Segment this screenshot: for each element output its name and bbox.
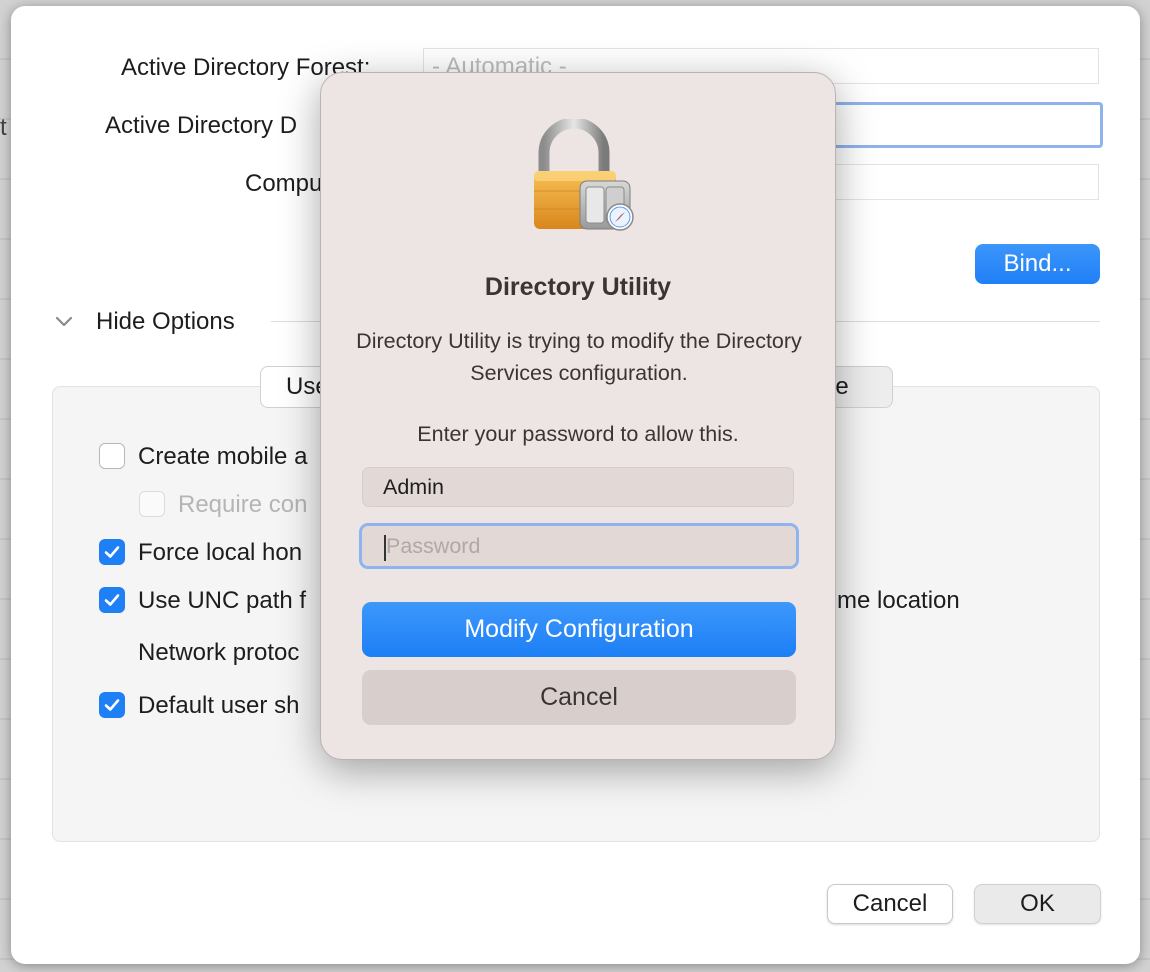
hide-options-toggle[interactable]: Hide Options (96, 308, 235, 336)
use-unc-path-label-tail: me location (837, 587, 960, 614)
auth-dialog: Directory Utility Directory Utility is t… (320, 72, 836, 760)
computer-label: Compu (245, 170, 323, 197)
lock-icon (530, 117, 640, 239)
default-shell-checkbox[interactable] (99, 692, 125, 718)
create-mobile-checkbox[interactable] (99, 443, 125, 469)
checkmark-icon (104, 594, 120, 606)
default-shell-label: Default user sh (138, 692, 300, 719)
dialog-prompt: Enter your password to allow this. (417, 422, 739, 446)
use-unc-path-checkbox[interactable] (99, 587, 125, 613)
domain-label: Active Directory D (105, 112, 298, 139)
ok-button[interactable]: OK (974, 884, 1101, 924)
create-mobile-label: Create mobile a (138, 443, 308, 470)
cancel-button[interactable]: Cancel (827, 884, 953, 924)
background-text: t (0, 114, 7, 141)
checkmark-icon (104, 699, 120, 711)
force-local-home-checkbox[interactable] (99, 539, 125, 565)
require-confirmation-checkbox[interactable] (139, 491, 165, 517)
modify-configuration-button[interactable]: Modify Configuration (362, 602, 796, 657)
checkmark-icon (104, 546, 120, 558)
require-confirmation-label: Require con (178, 491, 308, 518)
bind-button[interactable]: Bind... (975, 244, 1100, 284)
password-field[interactable]: Password (359, 523, 799, 569)
network-protocol-label: Network protoc (138, 639, 300, 666)
password-placeholder: Password (386, 534, 481, 558)
dialog-cancel-button[interactable]: Cancel (362, 670, 796, 725)
dialog-title: Directory Utility (484, 273, 672, 301)
username-field[interactable]: Admin (362, 467, 794, 507)
force-local-home-label: Force local hon (138, 539, 303, 566)
chevron-down-icon[interactable] (53, 310, 75, 332)
use-unc-path-label: Use UNC path f (138, 587, 307, 614)
dialog-message: Directory Utility is trying to modify th… (356, 329, 802, 385)
